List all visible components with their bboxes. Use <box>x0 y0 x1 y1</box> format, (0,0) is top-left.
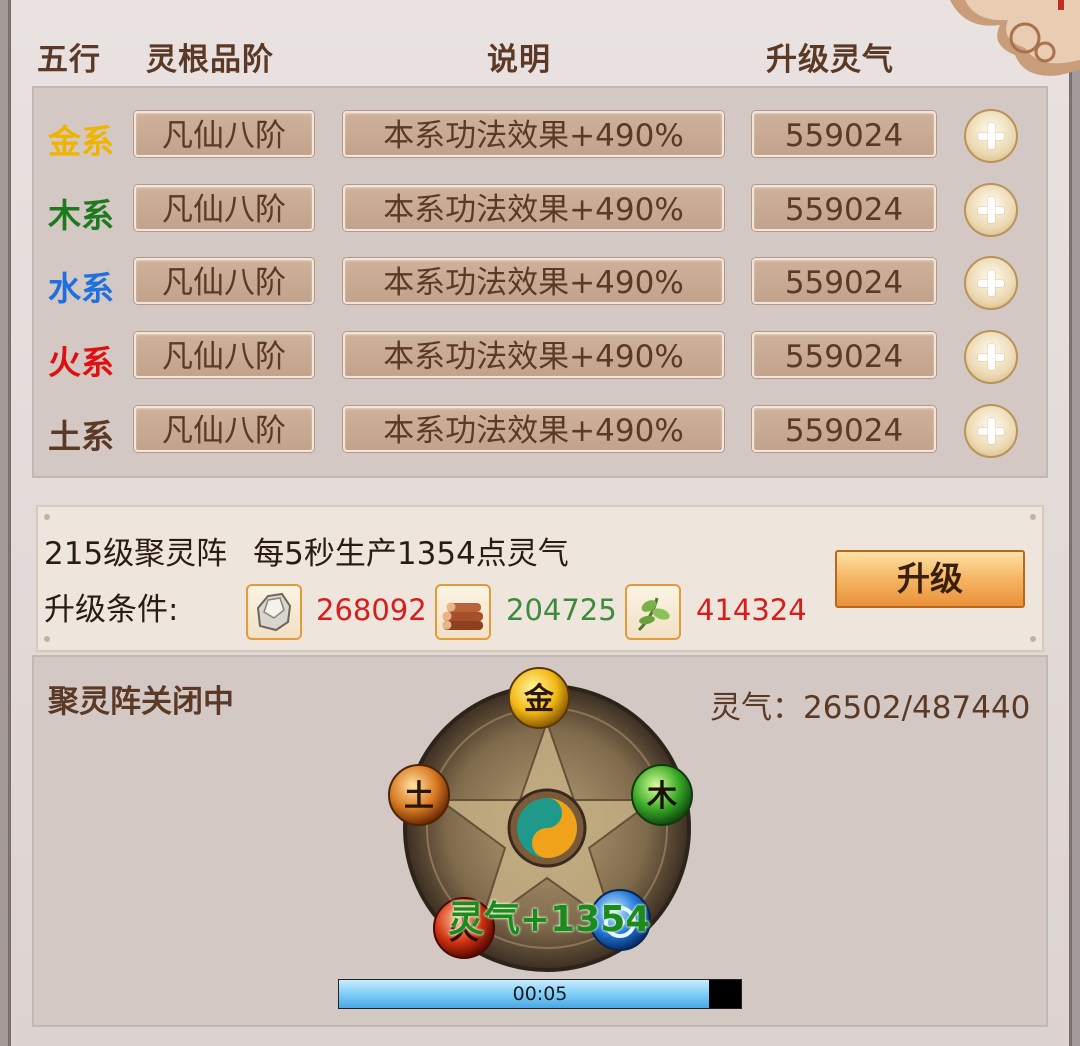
element-name: 土系 <box>48 417 114 456</box>
table-header: 五行 灵根品阶 说明 升级灵气 <box>0 34 1080 78</box>
header-element: 五行 <box>37 42 101 78</box>
formation-status: 聚灵阵关闭中 <box>48 684 234 720</box>
header-grade: 灵根品阶 <box>146 42 274 78</box>
wood-logs-icon <box>435 584 491 640</box>
description-cell: 本系功法效果+490% <box>343 332 724 378</box>
grade-cell: 凡仙八阶 <box>134 258 314 304</box>
upgrade-condition-label: 升级条件: <box>44 592 179 628</box>
table-row: 木系 凡仙八阶 本系功法效果+490% 559024 <box>0 183 1080 237</box>
element-name: 火系 <box>48 343 114 382</box>
cost-cell: 559024 <box>752 185 936 231</box>
orb-label: 木 <box>646 779 677 814</box>
cost-cell: 559024 <box>752 406 936 452</box>
table-row: 火系 凡仙八阶 本系功法效果+490% 559024 <box>0 330 1080 384</box>
rivet <box>44 514 50 520</box>
table-row: 金系 凡仙八阶 本系功法效果+490% 559024 <box>0 109 1080 163</box>
description-cell: 本系功法效果+490% <box>343 258 724 304</box>
array-info: 215级聚灵阵 每5秒生产1354点灵气 <box>44 528 569 573</box>
crystal-ore-icon <box>246 584 302 640</box>
orb-label: 金 <box>523 682 555 717</box>
element-name: 水系 <box>48 269 114 308</box>
grade-cell: 凡仙八阶 <box>134 332 314 378</box>
lingqi-value: 26502/487440 <box>803 690 1031 726</box>
lingqi-label: 灵气： <box>710 690 803 726</box>
upgrade-plus-button[interactable] <box>964 183 1018 237</box>
element-name: 金系 <box>48 122 114 161</box>
production-progress-bar: 00:05 <box>338 979 742 1009</box>
cost-cell: 559024 <box>752 111 936 157</box>
orb-label: 土 <box>404 779 434 814</box>
table-row: 土系 凡仙八阶 本系功法效果+490% 559024 <box>0 404 1080 458</box>
rivet <box>1030 514 1036 520</box>
resource-value: 268092 <box>316 593 427 627</box>
element-name: 木系 <box>48 196 114 235</box>
array-level: 215级聚灵阵 <box>44 536 228 572</box>
table-row: 水系 凡仙八阶 本系功法效果+490% 559024 <box>0 256 1080 310</box>
lingqi-gain-popup: 灵气+1354 <box>448 899 651 940</box>
progress-timer: 00:05 <box>512 983 568 1005</box>
resource-value: 414324 <box>696 593 807 627</box>
upgrade-plus-button[interactable] <box>964 109 1018 163</box>
header-description: 说明 <box>487 42 551 78</box>
array-production: 每5秒生产1354点灵气 <box>253 536 569 572</box>
upgrade-plus-button[interactable] <box>964 330 1018 384</box>
rivet <box>44 636 50 642</box>
cost-cell: 559024 <box>752 332 936 378</box>
wood-orb-icon: 木 <box>631 764 693 826</box>
description-cell: 本系功法效果+490% <box>343 111 724 157</box>
grade-cell: 凡仙八阶 <box>134 185 314 231</box>
resource-value: 204725 <box>506 593 617 627</box>
header-upgrade-cost: 升级灵气 <box>766 42 894 78</box>
upgrade-button[interactable]: 升级 <box>835 550 1025 608</box>
earth-orb-icon: 土 <box>388 764 450 826</box>
cost-cell: 559024 <box>752 258 936 304</box>
grade-cell: 凡仙八阶 <box>134 111 314 157</box>
rivet <box>1030 636 1036 642</box>
grade-cell: 凡仙八阶 <box>134 406 314 452</box>
herb-leaf-icon <box>625 584 681 640</box>
upgrade-plus-button[interactable] <box>964 256 1018 310</box>
upgrade-plus-button[interactable] <box>964 404 1018 458</box>
description-cell: 本系功法效果+490% <box>343 185 724 231</box>
metal-orb-icon: 金 <box>508 667 570 729</box>
lingqi-readout: 灵气：26502/487440 <box>710 682 1030 727</box>
description-cell: 本系功法效果+490% <box>343 406 724 452</box>
